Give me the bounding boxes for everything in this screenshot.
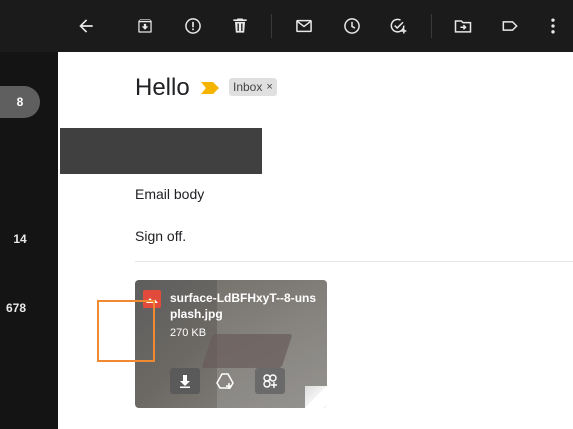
add-to-drive-icon — [216, 373, 234, 389]
mark-unread-icon — [296, 19, 312, 33]
remove-label-icon[interactable]: × — [266, 81, 272, 93]
report-spam-icon — [185, 18, 201, 34]
save-to-photos-button[interactable] — [255, 368, 285, 394]
email-signoff: Sign off. — [135, 228, 187, 244]
download-icon — [180, 375, 190, 388]
email-subject: Hello — [135, 74, 190, 101]
archive-button[interactable] — [133, 14, 157, 38]
snooze-button[interactable] — [340, 14, 364, 38]
more-vert-icon — [551, 18, 555, 34]
attachment-size: 270 KB — [170, 327, 207, 339]
snooze-icon — [344, 18, 360, 34]
delete-button[interactable] — [228, 14, 252, 38]
archive-icon — [138, 19, 152, 33]
nav-count[interactable]: 678 — [2, 301, 30, 315]
move-to-icon — [454, 20, 472, 33]
back-button[interactable] — [74, 14, 98, 38]
download-button[interactable] — [170, 368, 200, 394]
mark-unread-button[interactable] — [292, 14, 316, 38]
label-icon — [502, 21, 518, 31]
toolbar-divider — [431, 14, 432, 38]
download-highlight-box — [97, 300, 155, 362]
add-to-tasks-button[interactable] — [386, 14, 410, 38]
importance-marker-icon[interactable] — [201, 82, 219, 94]
attachment-card[interactable]: surface-LdBFHxyT--8-unsplash.jpg 270 KB — [135, 280, 327, 408]
add-to-tasks-icon — [390, 18, 407, 34]
message-toolbar — [0, 0, 573, 52]
redacted-sender-block — [60, 128, 262, 174]
save-to-photos-icon — [263, 374, 277, 388]
report-spam-button[interactable] — [181, 14, 205, 38]
page-fold — [305, 386, 327, 408]
inbox-label-chip: Inbox × — [229, 78, 277, 96]
nav-count-label: 8 — [16, 95, 24, 109]
email-body: Email body — [135, 186, 205, 202]
attachment-filename: surface-LdBFHxyT--8-unsplash.jpg — [170, 291, 317, 321]
back-arrow-icon — [79, 19, 93, 33]
content-divider — [135, 261, 573, 262]
nav-count-active[interactable]: 8 — [0, 86, 40, 118]
more-options-button[interactable] — [541, 14, 565, 38]
add-to-drive-button[interactable] — [210, 368, 240, 394]
delete-icon — [233, 18, 247, 33]
move-to-button[interactable] — [451, 14, 475, 38]
email-view: Hello Inbox × Email body Sign off. surfa… — [58, 52, 573, 429]
toolbar-divider — [271, 14, 272, 38]
label-button[interactable] — [498, 14, 522, 38]
label-chip-text: Inbox — [233, 80, 263, 94]
nav-count[interactable]: 14 — [6, 232, 34, 246]
